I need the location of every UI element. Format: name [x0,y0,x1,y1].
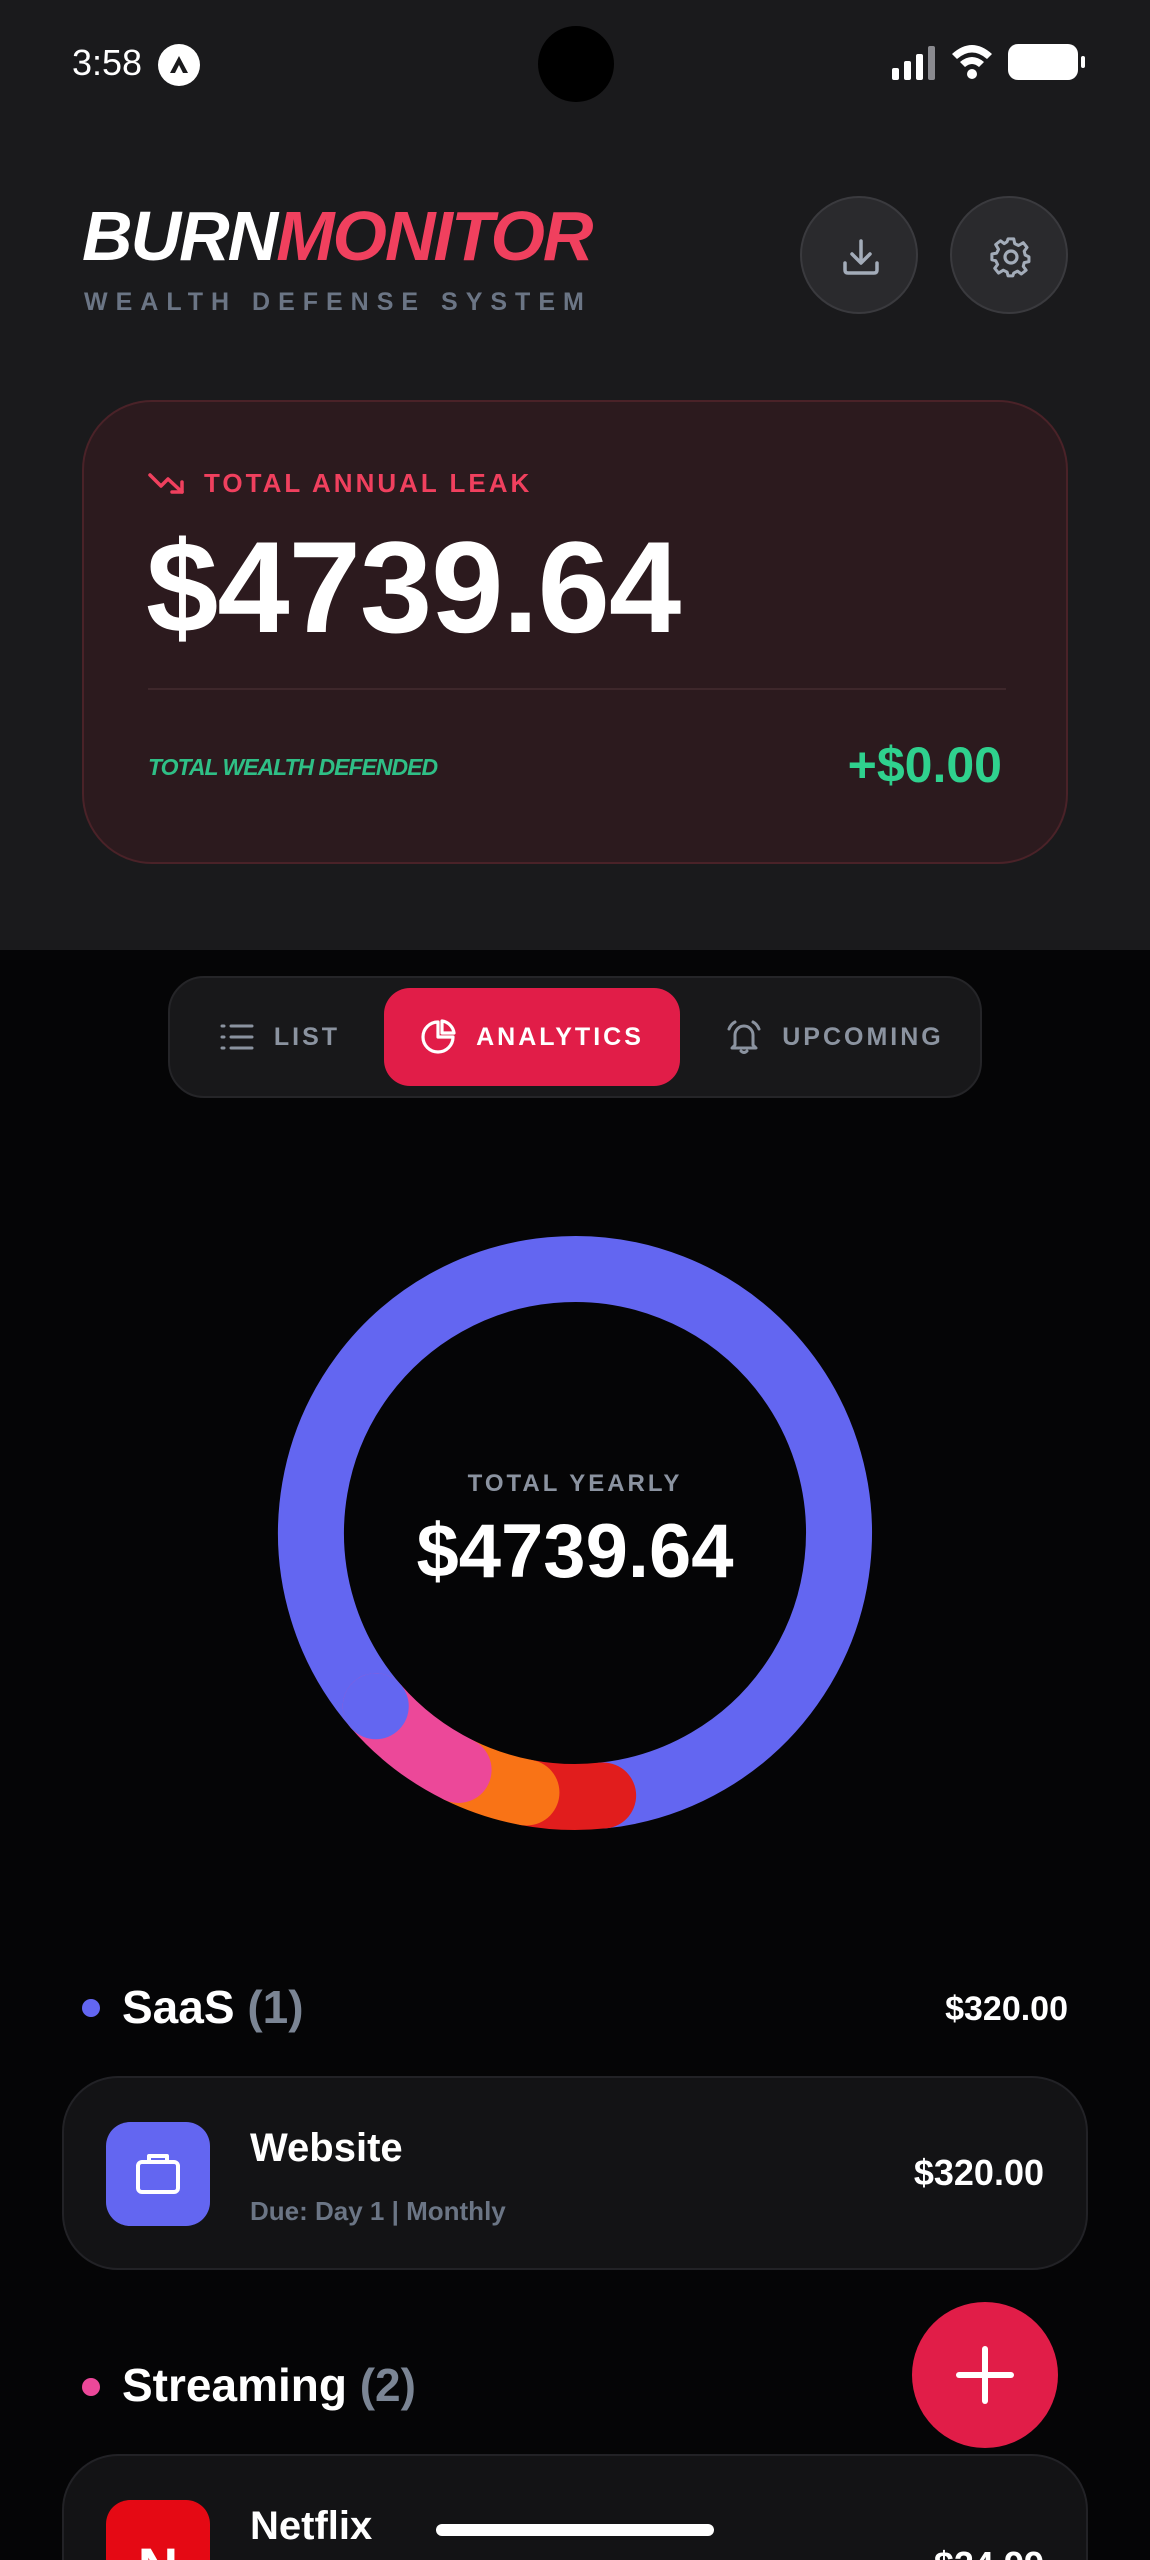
brand-part-monitor: MONITOR [276,197,593,275]
item-due: Due: Day 1 | Monthly [250,2196,506,2226]
saas-category-title: SaaS (1) [122,1980,304,2034]
app-notification-icon [158,44,200,86]
netflix-logo: N [106,2500,210,2560]
tab-analytics[interactable]: ANALYTICS [384,988,680,1086]
brand-part-burn: BURN [82,197,278,275]
signal-icon [892,46,935,80]
annual-leak-card: TOTAL ANNUAL LEAK $4739.64 TOTAL WEALTH … [82,400,1068,864]
saas-category-dot [82,1999,100,2017]
subscription-item-netflix[interactable]: N Netflix $24.99 [62,2454,1088,2560]
add-subscription-button[interactable] [912,2302,1058,2448]
tab-list[interactable]: LIST [190,988,370,1086]
item-name: Netflix [250,2504,373,2548]
donut-slice-0-cap [342,1673,409,1740]
tab-upcoming[interactable]: UPCOMING [700,988,970,1086]
item-price: $24.99 [934,2544,1044,2560]
download-icon [843,239,879,275]
status-bar: 3:58 [0,0,1150,130]
leak-header: TOTAL ANNUAL LEAK [148,468,532,499]
gear-icon [990,237,1031,278]
pie-chart-icon [421,1019,456,1054]
plus-icon [956,2346,1014,2404]
settings-button[interactable] [950,196,1068,314]
divider [148,688,1006,690]
front-camera [538,26,614,102]
category-name: Streaming [122,2359,347,2411]
saas-category-total: $320.00 [945,1990,1068,2028]
leak-amount: $4739.64 [146,514,681,660]
app-logo: BURNMONITOR [82,196,593,276]
category-name: SaaS [122,1981,235,2033]
wifi-icon [952,45,992,79]
tab-analytics-label: ANALYTICS [476,1022,644,1051]
donut-center-value: $4739.64 [416,1509,734,1594]
trending-down-icon [148,472,184,494]
item-price: $320.00 [913,2152,1044,2193]
list-icon [220,1024,254,1050]
tab-list-label: LIST [273,1022,341,1051]
category-count: (1) [247,1981,304,2033]
briefcase-icon [106,2122,210,2226]
tagline: WEALTH DEFENSE SYSTEM [84,288,592,316]
download-button[interactable] [800,196,918,314]
tab-upcoming-label: UPCOMING [782,1022,944,1051]
category-count: (2) [359,2359,416,2411]
home-indicator [436,2524,714,2536]
netflix-logo-letter: N [138,2535,178,2560]
streaming-category-dot [82,2378,100,2396]
defended-value: +$0.00 [847,737,1002,793]
status-time: 3:58 [72,42,143,83]
leak-label: TOTAL ANNUAL LEAK [204,468,533,498]
streaming-category-title: Streaming (2) [122,2358,416,2412]
battery-icon [1008,44,1085,80]
defended-label: TOTAL WEALTH DEFENDED [148,754,438,780]
view-tabs: LIST ANALYTICS UPCOMING [168,976,982,1098]
item-name: Website [250,2126,403,2170]
subscription-item-website[interactable]: Website Due: Day 1 | Monthly $320.00 [62,2076,1088,2270]
donut-center-label: TOTAL YEARLY [467,1470,683,1497]
bell-icon [727,1020,761,1054]
